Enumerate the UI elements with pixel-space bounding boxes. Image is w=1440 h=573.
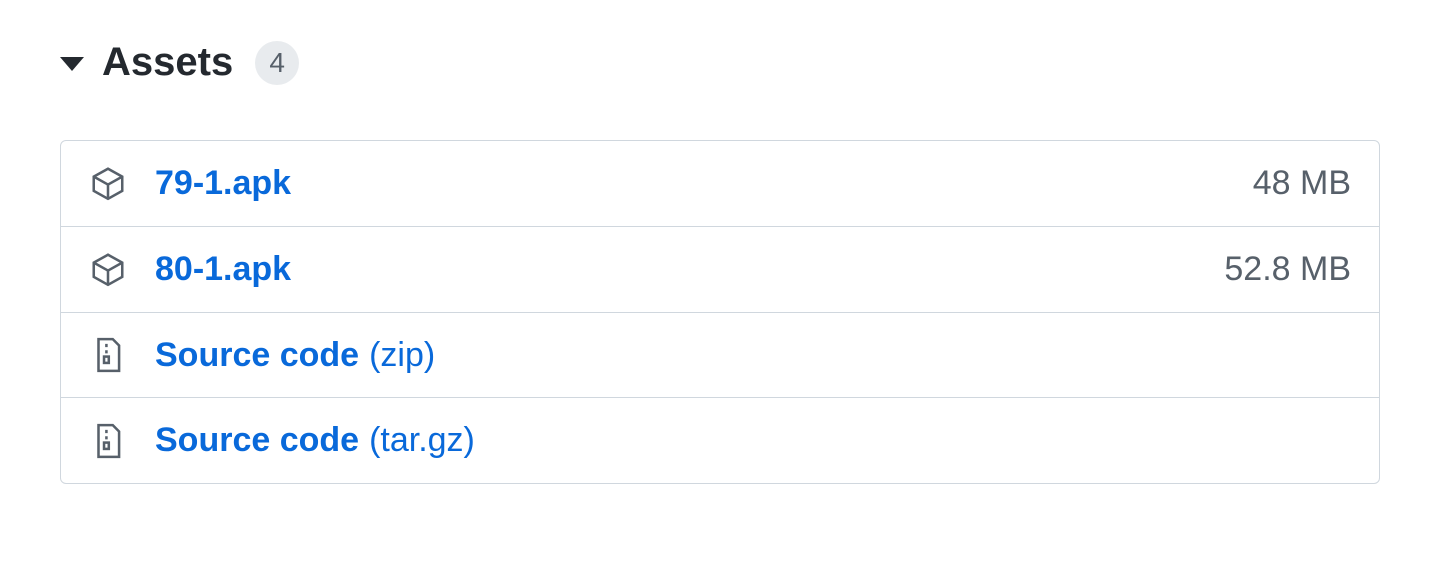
- asset-size: 52.8 MB: [1224, 249, 1351, 290]
- asset-link[interactable]: Source code: [155, 420, 359, 461]
- asset-ext: (zip): [369, 335, 435, 376]
- assets-count-badge: 4: [255, 41, 299, 85]
- asset-link[interactable]: 79-1.apk: [155, 163, 291, 204]
- asset-size: 48 MB: [1253, 163, 1351, 204]
- asset-link[interactable]: Source code: [155, 335, 359, 376]
- asset-row: Source code (zip): [61, 312, 1379, 398]
- package-icon: [89, 164, 127, 202]
- assets-list: 79-1.apk 48 MB 80-1.apk 52.8 MB Source c…: [60, 140, 1380, 484]
- zip-icon: [89, 336, 127, 374]
- asset-row: Source code (tar.gz): [61, 397, 1379, 483]
- asset-row: 79-1.apk 48 MB: [61, 141, 1379, 226]
- assets-header-toggle[interactable]: Assets 4: [60, 40, 1380, 85]
- zip-icon: [89, 422, 127, 460]
- package-icon: [89, 250, 127, 288]
- assets-title: Assets: [102, 40, 233, 85]
- caret-down-icon: [60, 57, 84, 71]
- asset-link[interactable]: 80-1.apk: [155, 249, 291, 290]
- asset-row: 80-1.apk 52.8 MB: [61, 226, 1379, 312]
- asset-ext: (tar.gz): [369, 420, 475, 461]
